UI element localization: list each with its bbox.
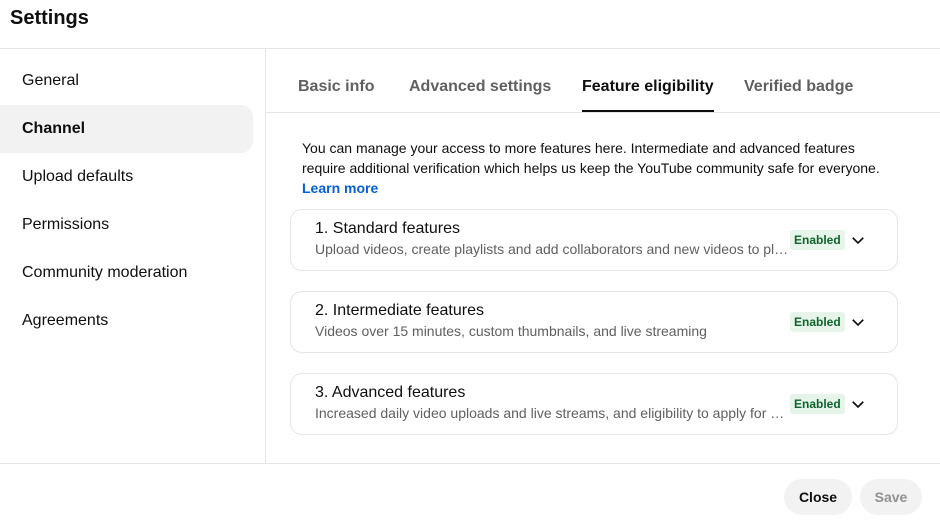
- feature-card-standard[interactable]: 1. Standard features Upload videos, crea…: [290, 209, 898, 271]
- feature-title: 2. Intermediate features: [315, 302, 484, 319]
- chevron-down-icon[interactable]: [849, 231, 867, 249]
- feature-description: Increased daily video uploads and live s…: [315, 405, 791, 421]
- sidebar-item-agreements[interactable]: Agreements: [0, 297, 253, 345]
- intro-description: You can manage your access to more featu…: [302, 140, 880, 176]
- chevron-down-icon[interactable]: [849, 395, 867, 413]
- sidebar-item-upload-defaults[interactable]: Upload defaults: [0, 153, 253, 201]
- chevron-down-icon[interactable]: [849, 313, 867, 331]
- sidebar-item-general[interactable]: General: [0, 57, 253, 105]
- tab-bar: Basic info Advanced settings Feature eli…: [266, 49, 940, 113]
- learn-more-link[interactable]: Learn more: [302, 178, 902, 198]
- tab-verified-badge[interactable]: Verified badge: [744, 78, 853, 112]
- feature-card-intermediate[interactable]: 2. Intermediate features Videos over 15 …: [290, 291, 898, 353]
- feature-title: 3. Advanced features: [315, 384, 466, 401]
- sidebar-item-community-moderation[interactable]: Community moderation: [0, 249, 253, 297]
- sidebar-item-permissions[interactable]: Permissions: [0, 201, 253, 249]
- footer: Close Save: [0, 463, 940, 520]
- tab-basic-info[interactable]: Basic info: [298, 78, 374, 112]
- feature-title: 1. Standard features: [315, 220, 460, 237]
- status-badge: Enabled: [790, 312, 845, 332]
- sidebar: General Channel Upload defaults Permissi…: [0, 49, 266, 463]
- status-badge: Enabled: [790, 230, 845, 250]
- intro-text: You can manage your access to more featu…: [302, 138, 902, 198]
- header: Settings: [0, 0, 940, 49]
- sidebar-item-channel[interactable]: Channel: [0, 105, 253, 153]
- tab-advanced-settings[interactable]: Advanced settings: [409, 78, 551, 112]
- main-content: Basic info Advanced settings Feature eli…: [266, 49, 940, 463]
- save-button[interactable]: Save: [860, 479, 922, 515]
- tab-feature-eligibility[interactable]: Feature eligibility: [582, 78, 714, 112]
- feature-description: Videos over 15 minutes, custom thumbnail…: [315, 323, 707, 339]
- status-badge: Enabled: [790, 394, 845, 414]
- feature-card-advanced[interactable]: 3. Advanced features Increased daily vid…: [290, 373, 898, 435]
- close-button[interactable]: Close: [784, 479, 852, 515]
- feature-description: Upload videos, create playlists and add …: [315, 241, 791, 257]
- page-title: Settings: [10, 7, 89, 29]
